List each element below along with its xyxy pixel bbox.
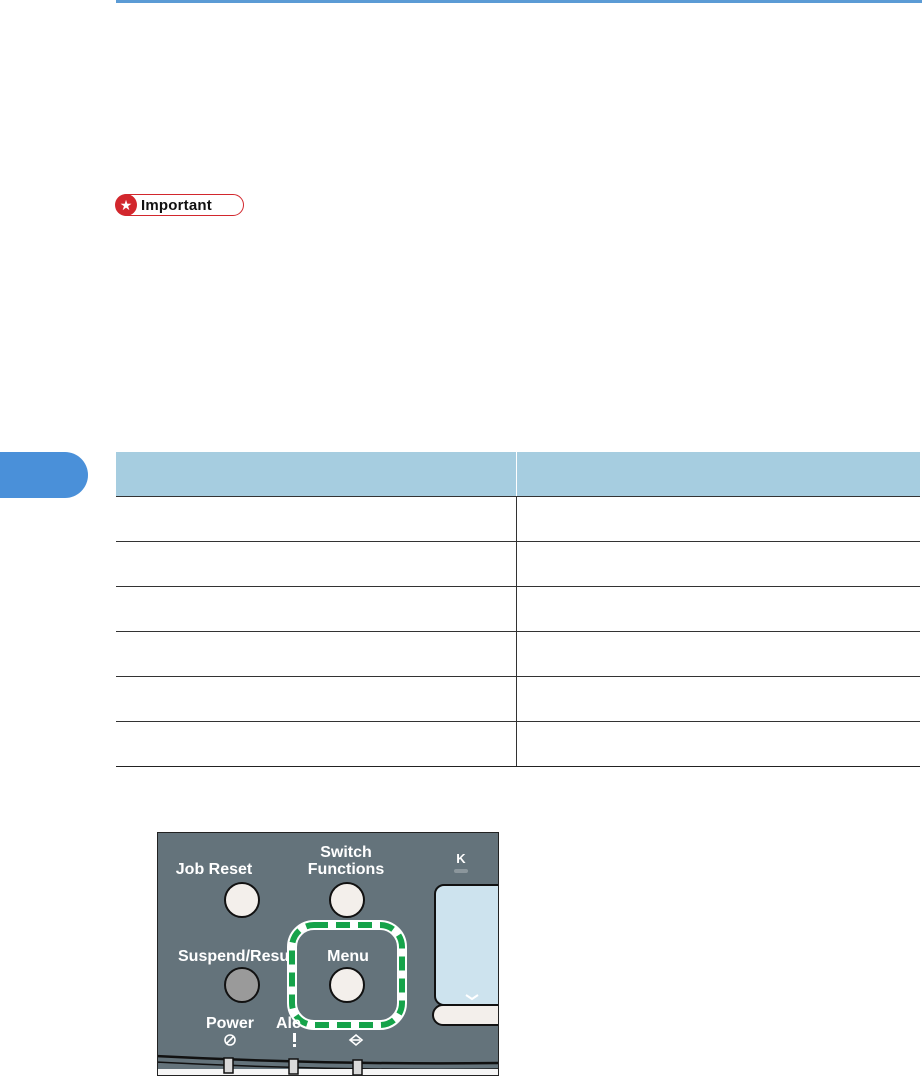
alert-led xyxy=(288,1058,299,1075)
table-cell xyxy=(116,496,517,542)
table-cell xyxy=(516,631,920,677)
table-row xyxy=(116,541,920,587)
table-cell xyxy=(116,586,517,632)
control-panel-svg: K Job Reset Switch Functions Suspend/Res… xyxy=(158,833,498,1075)
power-label: Power xyxy=(206,1015,254,1032)
switch-functions-button xyxy=(329,882,365,918)
panel-base xyxy=(158,1069,498,1075)
table-cell xyxy=(516,676,920,722)
important-label: Important xyxy=(141,196,212,214)
suspend-resume-button xyxy=(224,967,260,1003)
table-cell xyxy=(516,496,920,542)
header-rule xyxy=(116,0,922,3)
chapter-tab xyxy=(0,452,88,498)
down-key xyxy=(432,1004,498,1026)
table-cell xyxy=(116,721,517,767)
switch-functions-label-line2: Functions xyxy=(308,861,385,878)
alert-icon xyxy=(293,1033,296,1047)
table-row xyxy=(116,586,920,632)
k-indicator xyxy=(454,869,468,873)
table-row xyxy=(116,721,920,767)
suspend-resume-label: Suspend/Resum xyxy=(178,948,303,965)
table-row xyxy=(116,631,920,677)
table-header-cell xyxy=(516,452,920,497)
table-header-cell xyxy=(116,452,517,497)
table-cell xyxy=(116,631,517,677)
important-badge: ★ Important xyxy=(115,194,244,216)
table-row xyxy=(116,676,920,722)
table-cell xyxy=(116,676,517,722)
k-label: K xyxy=(456,851,466,866)
settings-table xyxy=(116,452,920,767)
data-in-led xyxy=(352,1059,363,1075)
switch-functions-label-line1: Switch xyxy=(320,844,372,861)
table-row xyxy=(116,496,920,542)
alert-label: Ale xyxy=(276,1015,301,1032)
table-header-row xyxy=(116,452,920,497)
job-reset-label: Job Reset xyxy=(176,861,253,878)
menu-button xyxy=(329,967,365,1003)
table-cell xyxy=(516,541,920,587)
menu-label: Menu xyxy=(327,948,369,965)
power-led xyxy=(223,1057,234,1074)
table-cell xyxy=(516,586,920,632)
control-panel-illustration: K Job Reset Switch Functions Suspend/Res… xyxy=(157,832,499,1076)
job-reset-button xyxy=(224,882,260,918)
table-cell xyxy=(516,721,920,767)
table-cell xyxy=(116,541,517,587)
display-screen xyxy=(434,884,498,1006)
star-icon: ★ xyxy=(115,194,137,216)
